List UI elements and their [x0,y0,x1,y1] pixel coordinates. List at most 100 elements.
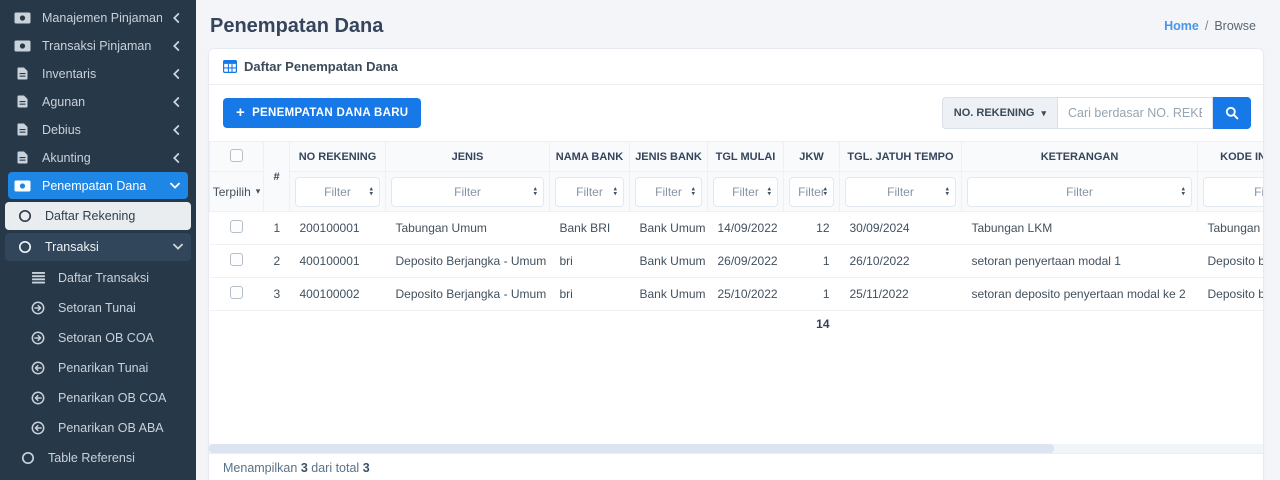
breadcrumb: Home / Browse [1164,19,1256,33]
arrow-left-circle-icon [28,421,48,435]
arrow-right-circle-icon [28,301,48,315]
filter-select-nama-bank[interactable]: Filter ▴ ▾ [555,176,624,207]
filter-select-jenis[interactable]: Filter ▴ ▾ [391,176,544,207]
table-icon [223,60,237,73]
chevron-left-icon [172,68,180,79]
sidebar-item-transaksi-pinjaman[interactable]: Transaksi Pinjaman [8,32,188,59]
sidebar-item-table-referensi[interactable]: Table Referensi [8,444,188,471]
column-header-tgl-jatuh-tempo[interactable]: TGL. JATUH TEMPO [839,141,962,172]
chevron-left-icon [172,96,180,107]
search-button[interactable] [1213,97,1251,129]
search-group: NO. REKENING ▾ [941,97,1251,129]
breadcrumb-home-link[interactable]: Home [1164,19,1199,33]
total-count: 3 [362,461,370,475]
sort-carets-icon: ▴ ▾ [613,185,617,198]
file-icon [12,123,32,136]
card-header: Daftar Penempatan Dana [209,49,1263,85]
sidebar-item-setoran-tunai[interactable]: Setoran Tunai [8,294,188,322]
new-placement-button[interactable]: + PENEMPATAN DANA BARU [223,98,422,128]
filter-select-tgl-mulai[interactable]: Filter ▴ ▾ [713,176,778,207]
data-table: # NO REKENING JENIS NAMA BANK JENIS BANK… [209,141,1263,338]
money-bill-icon [12,40,32,52]
table-footer: Menampilkan 3 dari total 3 [209,453,1263,480]
sidebar-item-transaksi[interactable]: Transaksi [5,233,191,261]
table-row: 1 200100001 Tabungan Umum Bank BRI Bank … [209,211,1263,245]
chevron-left-icon [172,40,180,51]
sidebar-item-penarikan-tunai[interactable]: Penarikan Tunai [8,354,188,382]
chevron-left-icon [172,124,180,135]
sidebar-item-inventaris[interactable]: Inventaris [8,60,188,87]
arrow-right-circle-icon [28,331,48,345]
shown-count: 3 [300,461,308,475]
selected-dropdown[interactable]: Terpilih ▾ [213,185,261,199]
sort-carets-icon: ▴ ▾ [945,185,949,198]
sort-carets-icon: ▴ ▾ [767,185,771,198]
circle-icon [18,451,38,465]
filter-select-tgl-jatuh-tempo[interactable]: Filter ▴ ▾ [845,176,956,207]
select-all-header [209,141,264,172]
page-title: Penempatan Dana [210,14,384,37]
search-input[interactable] [1057,97,1213,129]
sort-carets-icon: ▴ ▾ [1181,185,1185,198]
sidebar-item-penarikan-ob-coa[interactable]: Penarikan OB COA [8,384,188,412]
caret-down-icon: ▾ [255,186,261,196]
column-header-jenis[interactable]: JENIS [385,141,550,172]
card-title: Daftar Penempatan Dana [244,59,398,74]
row-checkbox[interactable] [230,286,243,299]
column-header-kode-integrasi[interactable]: KODE INTEGRASI [1197,141,1263,172]
chevron-down-icon [170,182,180,190]
app-window: Manajemen Pinjaman Transaksi Pinjaman In… [0,0,1280,480]
filter-select-no-rekening[interactable]: Filter ▴ ▾ [295,176,380,207]
card: Daftar Penempatan Dana + PENEMPATAN DANA… [208,48,1264,480]
main-content: Penempatan Dana Home / Browse Daftar Pen… [196,0,1280,480]
index-column-header: # [263,141,290,212]
chevron-down-icon [173,243,183,251]
column-header-jenis-bank[interactable]: JENIS BANK [629,141,708,172]
column-header-keterangan[interactable]: KETERANGAN [961,141,1198,172]
list-icon [28,272,48,284]
row-checkbox[interactable] [230,220,243,233]
file-icon [12,151,32,164]
chevron-left-icon [172,152,180,163]
circle-icon [15,209,35,223]
sidebar-item-manajemen-pinjaman[interactable]: Manajemen Pinjaman [8,4,188,31]
table-row: 3 400100002 Deposito Berjangka - Umum br… [209,277,1263,311]
breadcrumb-current: Browse [1214,19,1256,33]
filter-select-jenis-bank[interactable]: Filter ▴ ▾ [635,176,702,207]
column-header-tgl-mulai[interactable]: TGL MULAI [707,141,784,172]
sidebar-item-daftar-transaksi[interactable]: Daftar Transaksi [8,264,188,292]
filter-select-keterangan[interactable]: Filter ▴ ▾ [967,176,1192,207]
sidebar-item-penempatan-dana[interactable]: Penempatan Dana [8,172,188,199]
column-header-no-rekening[interactable]: NO REKENING [289,141,386,172]
money-bill-icon [12,12,32,24]
sidebar-item-akunting[interactable]: Akunting [8,144,188,171]
sidebar-item-agunan[interactable]: Agunan [8,88,188,115]
caret-down-icon: ▾ [1041,107,1046,118]
search-icon [1225,106,1239,120]
select-all-checkbox[interactable] [230,148,243,162]
sidebar-item-debius[interactable]: Debius [8,116,188,143]
sidebar-item-daftar-rekening[interactable]: Daftar Rekening [5,202,191,230]
sort-carets-icon: ▴ ▾ [369,185,373,198]
table-row: 2 400100001 Deposito Berjangka - Umum br… [209,244,1263,278]
row-checkbox[interactable] [230,253,243,266]
plus-icon: + [236,104,246,121]
horizontal-scrollbar [209,444,1263,453]
sidebar-item-setoran-ob-coa[interactable]: Setoran OB COA [8,324,188,352]
sidebar-item-penarikan-ob-aba[interactable]: Penarikan OB ABA [8,414,188,442]
breadcrumb-separator: / [1204,19,1209,33]
money-bill-icon [12,180,32,192]
arrow-left-circle-icon [28,361,48,375]
sidebar: Manajemen Pinjaman Transaksi Pinjaman In… [0,0,196,480]
data-table-wrapper: # NO REKENING JENIS NAMA BANK JENIS BANK… [209,141,1263,444]
filter-select-jkw[interactable]: Filter ▴ ▾ [789,176,834,207]
scrollbar-thumb[interactable] [209,444,1054,453]
arrow-left-circle-icon [28,391,48,405]
summary-row: 14 [209,310,1263,338]
filter-select-kode-integrasi[interactable]: Filter▴▾ [1203,176,1263,207]
search-field-dropdown[interactable]: NO. REKENING ▾ [941,97,1057,129]
content-header: Penempatan Dana Home / Browse [196,0,1280,48]
column-header-nama-bank[interactable]: NAMA BANK [549,141,630,172]
column-header-jkw[interactable]: JKW [783,141,840,172]
sort-carets-icon: ▴ ▾ [823,185,827,198]
